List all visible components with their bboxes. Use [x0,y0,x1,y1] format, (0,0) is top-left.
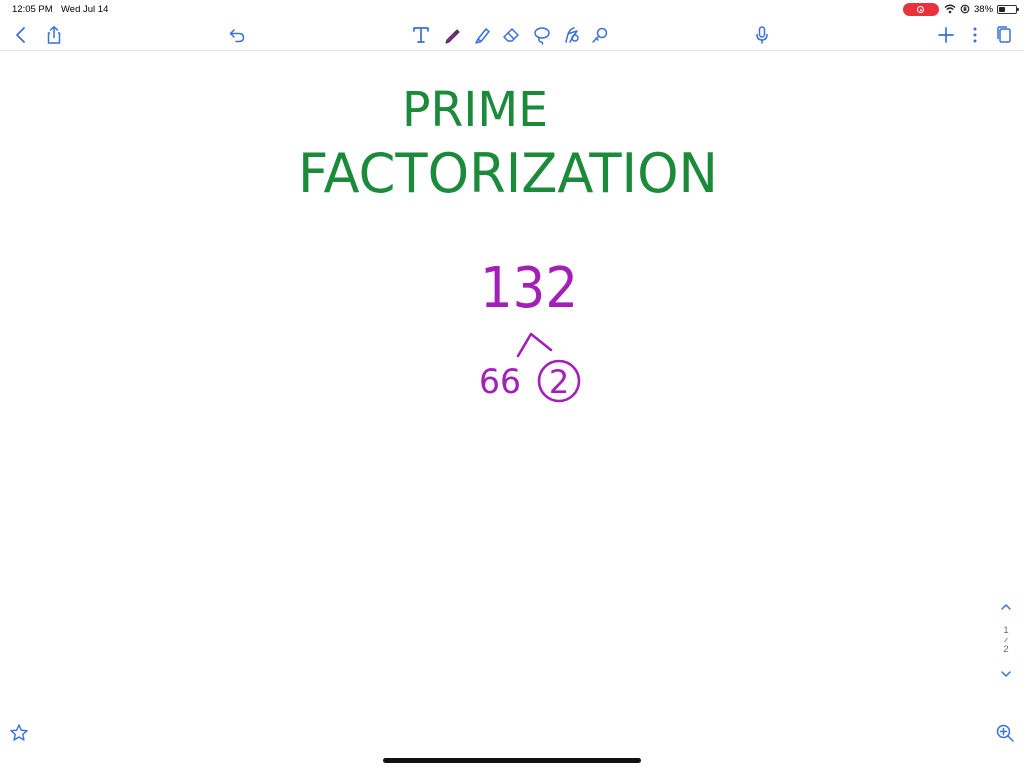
share-button[interactable] [41,22,67,48]
record-icon [917,6,924,13]
highlighter-icon [475,28,490,44]
lasso-tool-button[interactable] [529,22,555,48]
factor-tree-branches [516,332,553,358]
pages-button[interactable] [991,22,1017,48]
share-icon [47,26,61,44]
battery-icon [997,4,1020,14]
add-page-button[interactable] [933,22,959,48]
chevron-left-icon [16,27,25,43]
chevron-down-icon[interactable] [1000,669,1012,679]
battery-percentage: 38% [974,3,994,15]
undo-icon [229,29,245,43]
status-icons: 38% [944,2,1020,16]
status-time: 12:05 PM [12,4,53,15]
shapes-tool-button[interactable] [558,22,584,48]
handwriting-layer: PRIME FACTORIZATION 132 66 2 [298,82,718,403]
more-button[interactable] [962,22,988,48]
microphone-button[interactable] [749,22,775,48]
pages-icon [997,26,1011,43]
factor-66: 66 [479,362,521,402]
orientation-lock-icon [960,4,970,14]
microphone-icon [756,26,768,44]
text-tool-button[interactable] [408,22,434,48]
lasso-icon [534,27,550,45]
pen-tool-icon [445,29,460,44]
number-132: 132 [480,256,578,321]
pen-tool-button[interactable] [439,22,465,48]
favorite-button[interactable] [6,720,32,746]
back-button[interactable] [8,22,34,48]
undo-button[interactable] [224,22,250,48]
star-icon [10,724,28,741]
status-bar: 12:05 PM Wed Jul 14 38% [0,0,1024,18]
note-canvas[interactable]: PRIME FACTORIZATION 132 66 2 [0,51,1024,768]
prime-factor-2: 2 [549,363,569,401]
battery-level [999,6,1006,12]
plus-icon [938,27,954,43]
current-page: 1 [1003,625,1009,636]
screen-recording-indicator[interactable] [903,3,939,16]
highlighter-tool-button[interactable] [469,22,495,48]
eraser-tool-button[interactable] [498,22,524,48]
toolbar [0,18,1024,51]
chevron-up-icon[interactable] [1000,602,1012,612]
status-date: Wed Jul 14 [61,4,109,15]
zoom-button[interactable] [992,720,1018,746]
shapes-icon [565,27,579,43]
page-navigator: 1 2 [994,600,1018,692]
laser-pointer-button[interactable] [587,22,613,48]
wifi-icon [944,4,956,14]
title-line-1: PRIME [402,82,548,138]
home-indicator[interactable] [383,758,641,763]
text-tool-icon [413,27,429,43]
page-separator [1004,637,1008,643]
total-pages: 2 [1003,644,1009,655]
laser-pointer-icon [592,27,608,43]
zoom-in-icon [996,724,1014,742]
more-icon [973,27,977,43]
title-line-2: FACTORIZATION [298,142,718,205]
eraser-icon [503,28,519,42]
